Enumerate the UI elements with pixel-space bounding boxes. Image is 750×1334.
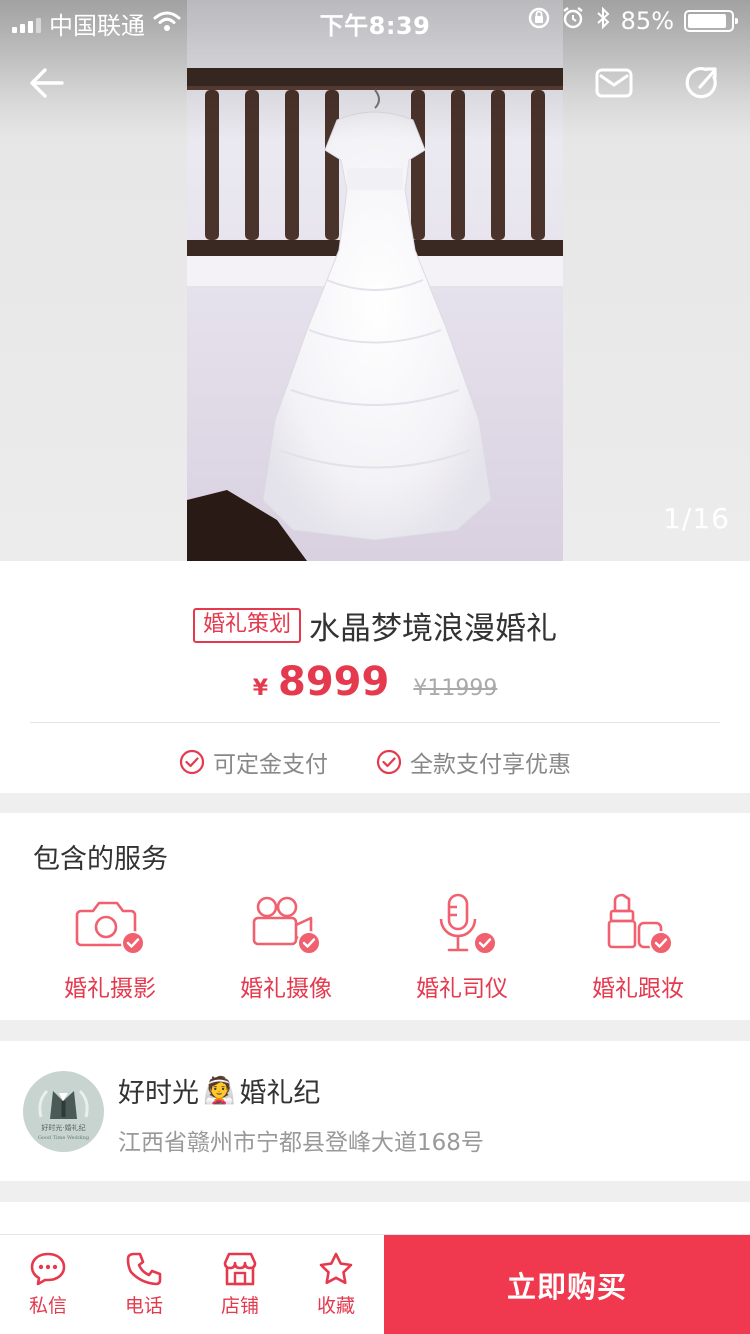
battery-icon (684, 10, 738, 32)
chat-bubble-icon (30, 1252, 66, 1286)
payment-option-full: 全款支付享优惠 (376, 745, 571, 779)
bride-emoji-icon: 👰 (203, 1075, 236, 1106)
share-icon (685, 67, 717, 99)
bottom-item-message[interactable]: 私信 (0, 1235, 96, 1334)
product-title: 水晶梦境浪漫婚礼 (309, 611, 557, 647)
payment-option-label: 可定金支付 (213, 752, 328, 778)
shop-address: 江西省赣州市宁都县登峰大道168号 (118, 1130, 484, 1156)
divider (30, 722, 720, 723)
star-icon (319, 1252, 353, 1285)
product-price: 8999 (278, 659, 390, 705)
check-circle-icon (179, 749, 205, 775)
service-label: 婚礼跟妆 (592, 976, 684, 1002)
buy-now-button[interactable]: 立即购买 (384, 1235, 750, 1334)
services-card: 包含的服务 婚礼摄影 婚礼摄像 婚礼司仪 婚礼跟妆 (0, 813, 750, 1020)
services-grid: 婚礼摄影 婚礼摄像 婚礼司仪 婚礼跟妆 (0, 893, 750, 1003)
back-button[interactable] (22, 58, 72, 108)
service-label: 婚礼司仪 (416, 976, 508, 1002)
bottom-action-bar: 私信 电话 店铺 收藏 立即购买 (0, 1234, 750, 1334)
message-button[interactable] (589, 58, 639, 108)
lipstick-icon (603, 893, 673, 955)
services-title: 包含的服务 (33, 844, 168, 875)
shop-logo[interactable]: 好时光·婚礼纪 Good Time Wedding (23, 1071, 104, 1152)
app-root: 中国联通 下午8:39 85% 1/16 婚礼策划 水晶梦境浪漫婚礼 ¥ 899… (0, 0, 750, 1334)
bottom-item-favorite[interactable]: 收藏 (288, 1235, 384, 1334)
service-photography[interactable]: 婚礼摄影 (22, 893, 198, 1003)
original-price: ¥11999 (413, 676, 498, 701)
store-icon (223, 1252, 257, 1286)
alarm-icon (561, 6, 585, 36)
service-videography[interactable]: 婚礼摄像 (198, 893, 374, 1003)
payment-option-deposit: 可定金支付 (179, 745, 328, 779)
rotation-lock-icon (527, 6, 551, 36)
check-circle-icon (376, 749, 402, 775)
service-mc[interactable]: 婚礼司仪 (374, 893, 550, 1003)
phone-icon (126, 1252, 162, 1286)
camera-icon (75, 893, 145, 955)
bottom-item-store[interactable]: 店铺 (192, 1235, 288, 1334)
bottom-item-label: 电话 (124, 1295, 163, 1317)
hero-gallery[interactable]: 中国联通 下午8:39 85% 1/16 (0, 0, 750, 561)
service-label: 婚礼摄影 (64, 976, 156, 1002)
shop-name-row[interactable]: 好时光 👰 婚礼纪 (118, 1071, 320, 1110)
shop-logo-subtext: Good Time Wedding (38, 1135, 90, 1141)
bluetooth-icon (595, 6, 611, 36)
share-button[interactable] (677, 58, 727, 108)
bottom-item-label: 私信 (28, 1295, 67, 1317)
shop-card[interactable]: 好时光·婚礼纪 Good Time Wedding 好时光 👰 婚礼纪 江西省赣… (0, 1041, 750, 1181)
status-bar: 中国联通 下午8:39 85% (0, 0, 750, 40)
microphone-icon (427, 893, 497, 955)
battery-percent: 85% (620, 7, 674, 35)
category-tag: 婚礼策划 (192, 608, 301, 643)
product-photo[interactable] (187, 0, 563, 561)
gallery-page-indicator: 1/16 (663, 502, 730, 535)
shop-name-suffix: 婚礼纪 (239, 1078, 321, 1109)
back-arrow-icon (30, 68, 64, 98)
service-label: 婚礼摄像 (240, 976, 332, 1002)
video-camera-icon (251, 893, 321, 955)
currency-symbol: ¥ (252, 676, 268, 701)
mail-icon (595, 68, 633, 98)
bottom-item-label: 店铺 (220, 1295, 259, 1317)
bottom-item-label: 收藏 (316, 1295, 355, 1317)
shop-logo-text: 好时光·婚礼纪 (41, 1123, 85, 1132)
service-makeup[interactable]: 婚礼跟妆 (550, 893, 726, 1003)
product-info-card: 婚礼策划 水晶梦境浪漫婚礼 ¥ 8999 ¥11999 可定金支付 全款支付享优… (0, 561, 750, 793)
wedding-dress-image (187, 0, 563, 561)
payment-option-label: 全款支付享优惠 (410, 752, 571, 778)
shop-name: 好时光 (118, 1078, 199, 1109)
bottom-item-phone[interactable]: 电话 (96, 1235, 192, 1334)
